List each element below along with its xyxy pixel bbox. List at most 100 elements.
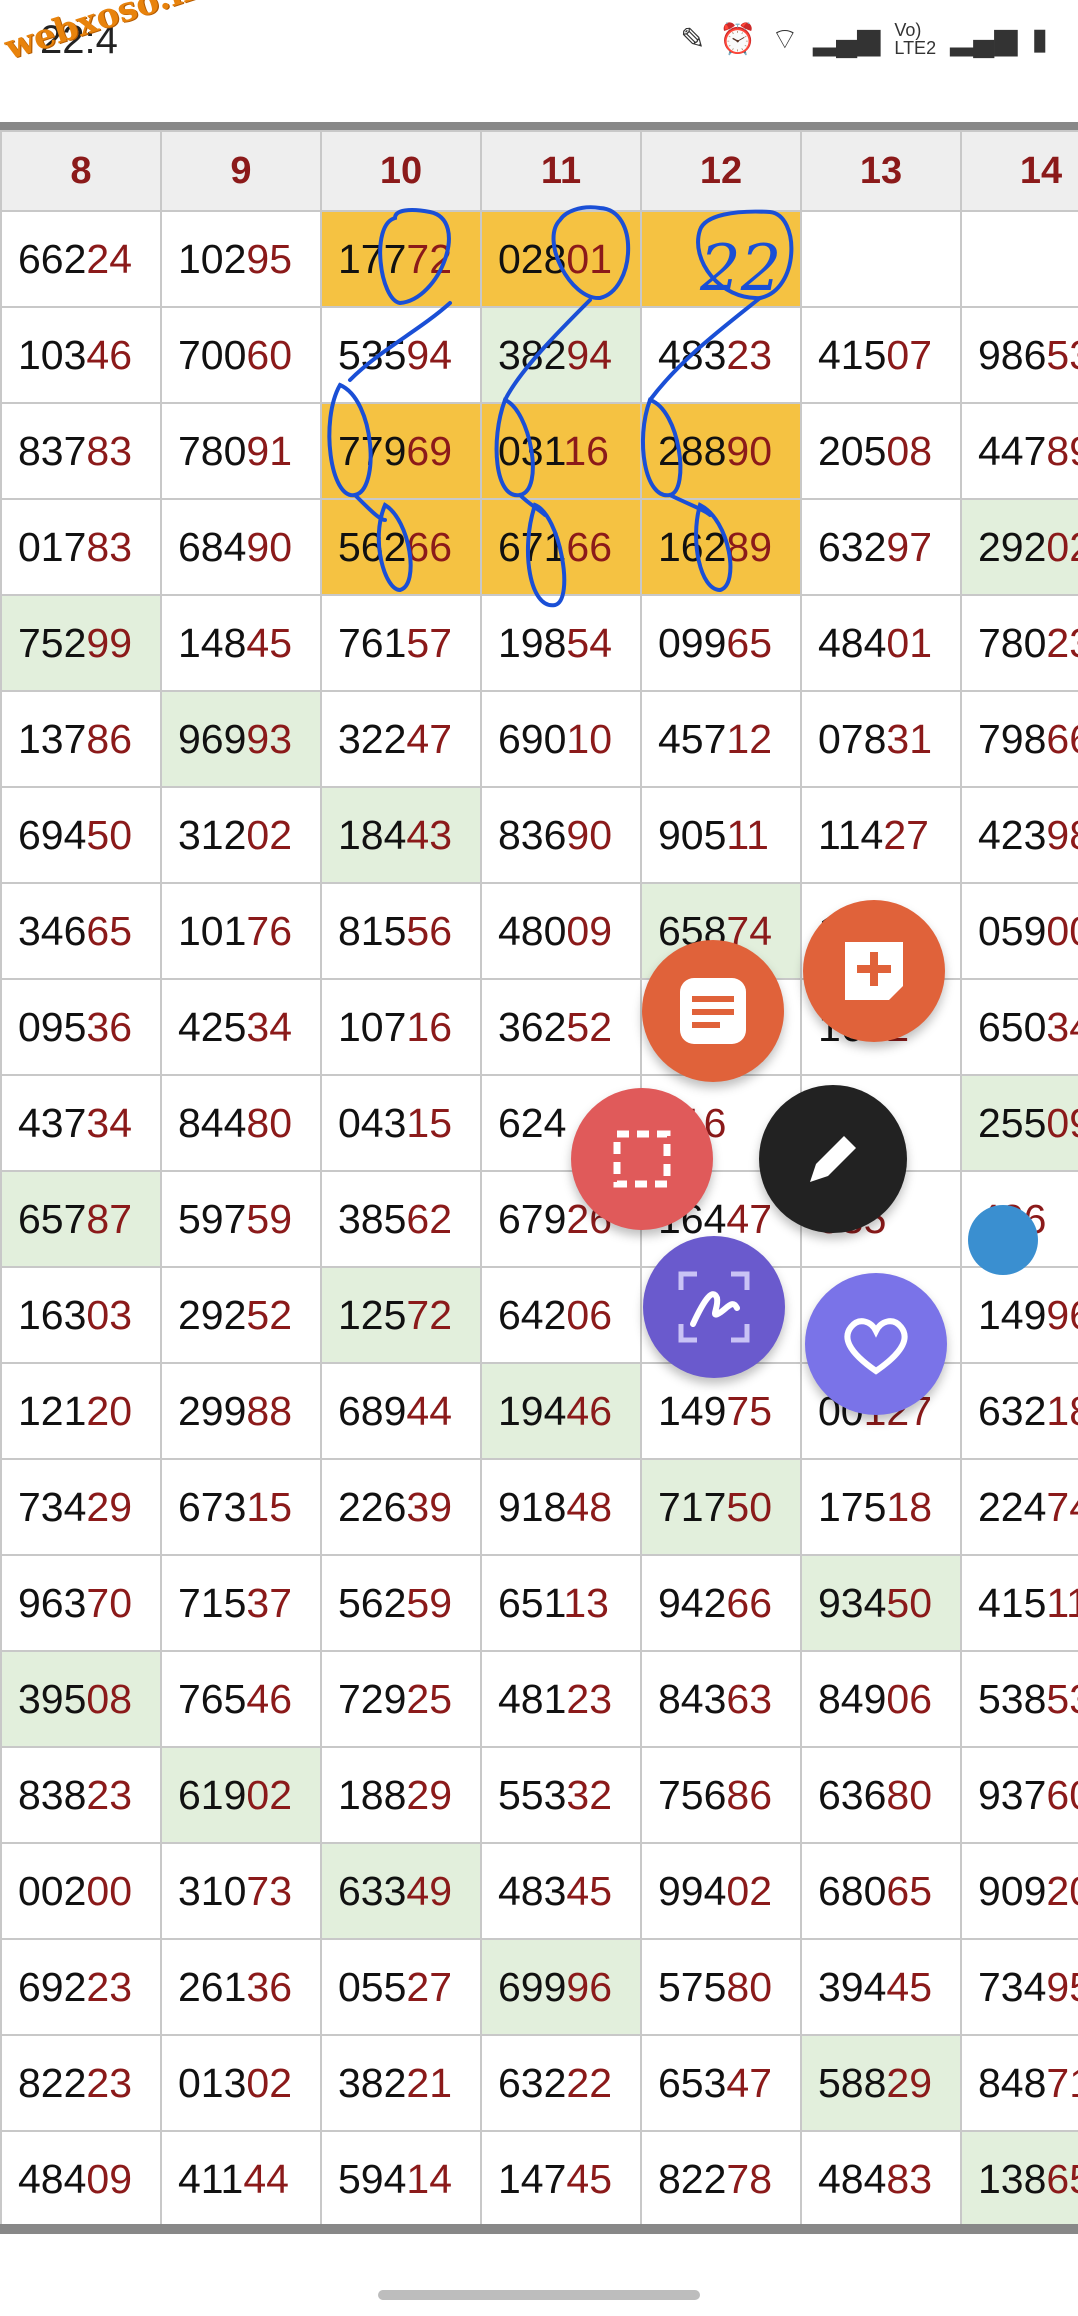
result-cell: 29252 — [160, 1266, 322, 1364]
cell-prefix: 963 — [18, 1579, 87, 1626]
cell-tail: 49 — [406, 1867, 453, 1914]
result-cell: 73429 — [0, 1458, 162, 1556]
cell-prefix: 815 — [338, 907, 407, 954]
result-cell: 48345 — [480, 1842, 642, 1940]
cell-tail: 47 — [406, 715, 453, 762]
smart-select-icon — [613, 1130, 671, 1188]
new-note-button[interactable] — [803, 900, 945, 1042]
result-cell: 82223 — [0, 2034, 162, 2132]
cell-tail: 15 — [246, 1483, 293, 1530]
cell-prefix: 415 — [978, 1579, 1047, 1626]
result-cell: 42534 — [160, 978, 322, 1076]
new-note-icon — [845, 942, 903, 1000]
cell-tail: 95 — [1046, 1963, 1078, 2010]
cell-tail: 80 — [726, 1963, 773, 2010]
cell-tail: 93 — [246, 715, 293, 762]
result-cell: 67315 — [160, 1458, 322, 1556]
cell-tail: 59 — [246, 1195, 293, 1242]
cell-tail: 01 — [886, 619, 933, 666]
cell-tail: 97 — [886, 523, 933, 570]
result-cell: 13865 — [960, 2130, 1078, 2228]
cell-prefix: 114 — [818, 811, 884, 858]
cell-prefix: 756 — [658, 1771, 727, 1818]
cell-tail: 47 — [726, 1195, 773, 1242]
pen-button[interactable] — [759, 1085, 907, 1233]
cell-tail: 74 — [1046, 1483, 1078, 1530]
result-cell: 68944 — [320, 1362, 482, 1460]
result-cell: 38294 — [480, 306, 642, 404]
cell-prefix: 761 — [338, 619, 407, 666]
result-cell: 84480 — [160, 1074, 322, 1172]
result-cell: 73495 — [960, 1938, 1078, 2036]
air-view-dot[interactable] — [968, 1205, 1038, 1275]
cell-prefix: 843 — [658, 1675, 727, 1722]
smart-select-button[interactable] — [571, 1088, 713, 1230]
result-cell: 63680 — [800, 1746, 962, 1844]
cell-prefix: 679 — [498, 1195, 567, 1242]
cell-tail: 18 — [886, 1483, 933, 1530]
result-cell: 78023 — [960, 594, 1078, 692]
scribble-icon — [678, 1271, 750, 1343]
cell-prefix: 700 — [178, 331, 247, 378]
result-cell: 56266 — [320, 498, 482, 596]
cell-tail: 11 — [1046, 1579, 1078, 1626]
table-row: 69450312021844383690905111142742398 — [0, 786, 1078, 884]
column-header: 13 — [800, 130, 962, 212]
cell-tail: 02 — [246, 1771, 293, 1818]
cell-tail: 99 — [86, 619, 133, 666]
cell-prefix: 699 — [498, 1963, 567, 2010]
result-cell: 63218 — [960, 1362, 1078, 1460]
result-cell: 14845 — [160, 594, 322, 692]
cell-tail: 23 — [726, 331, 773, 378]
favorite-button[interactable] — [805, 1273, 947, 1415]
cell-tail: 65 — [726, 619, 773, 666]
result-cell: 79866 — [960, 690, 1078, 788]
cell-prefix: 765 — [178, 1675, 247, 1722]
result-cell: 48483 — [800, 2130, 962, 2228]
cell-tail: 91 — [246, 427, 293, 474]
cell-prefix: 562 — [338, 1579, 407, 1626]
cell-prefix: 198 — [498, 619, 567, 666]
result-cell: 84871 — [960, 2034, 1078, 2132]
cell-tail: 00 — [1046, 907, 1078, 954]
cell-prefix: 849 — [818, 1675, 887, 1722]
cell-prefix: 651 — [498, 1579, 564, 1626]
result-cell: 65787 — [0, 1170, 162, 1268]
cell-tail: 13 — [563, 1579, 609, 1626]
result-cell: 19446 — [480, 1362, 642, 1460]
cell-tail: 89 — [726, 523, 773, 570]
result-cell: 12120 — [0, 1362, 162, 1460]
cell-prefix: 147 — [498, 2155, 567, 2202]
cell-prefix: 844 — [178, 1099, 247, 1146]
cell-prefix: 447 — [978, 427, 1047, 474]
cell-prefix: 848 — [978, 2059, 1047, 2106]
cell-tail: 88 — [246, 1387, 293, 1434]
cell-prefix: 121 — [18, 1387, 87, 1434]
cell-prefix: 194 — [498, 1387, 567, 1434]
cell-prefix: 175 — [818, 1483, 887, 1530]
cell-prefix: 224 — [978, 1483, 1047, 1530]
result-cell: 31202 — [160, 786, 322, 884]
cell-prefix: 632 — [978, 1387, 1047, 1434]
cell-tail: 31 — [886, 715, 933, 762]
cell-prefix: 437 — [18, 1099, 87, 1146]
cell-prefix: 798 — [978, 715, 1047, 762]
cell-prefix: 423 — [978, 811, 1047, 858]
cell-prefix: 102 — [178, 235, 247, 282]
result-cell: 16303 — [0, 1266, 162, 1364]
write-on-screen-button[interactable] — [643, 1236, 785, 1378]
result-cell: 68065 — [800, 1842, 962, 1940]
cell-prefix: 690 — [498, 715, 567, 762]
home-indicator[interactable] — [378, 2290, 700, 2300]
results-table-scroll[interactable]: 8 9 10 11 12 13 14 66224 10295 17772 02801 10346 70… — [0, 130, 1078, 2230]
notes-button[interactable] — [642, 940, 784, 1082]
cell-prefix: 411 — [178, 2155, 244, 2202]
cell-tail: 50 — [886, 1579, 933, 1626]
cell-tail: 98 — [1046, 811, 1078, 858]
cell-prefix: 394 — [818, 1963, 887, 2010]
cell-tail: 53 — [1046, 331, 1078, 378]
cell-prefix: 125 — [338, 1291, 407, 1338]
result-cell: 53594 — [320, 306, 482, 404]
cell-prefix: 657 — [18, 1195, 87, 1242]
cell-prefix: 575 — [658, 1963, 727, 2010]
